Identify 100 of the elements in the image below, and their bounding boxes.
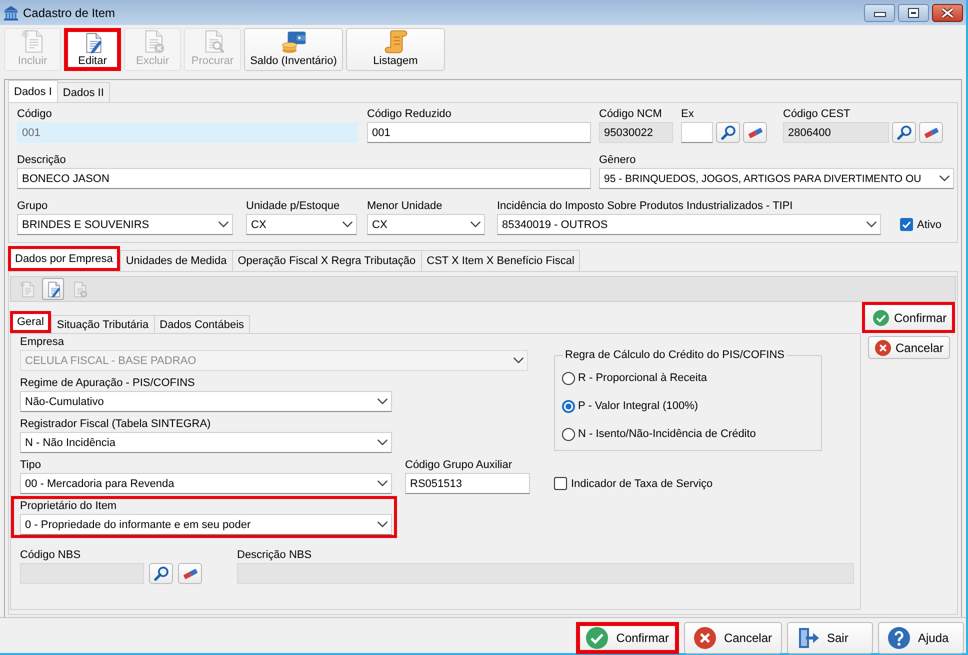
scroll-icon <box>382 29 408 54</box>
radio-button[interactable] <box>562 400 575 412</box>
minimize-button[interactable] <box>864 4 895 22</box>
exit-button[interactable]: Sair <box>787 622 873 654</box>
clear-button[interactable] <box>178 563 202 584</box>
chevron-down-icon <box>866 221 877 228</box>
list-button[interactable]: Listagem <box>346 28 445 71</box>
tab[interactable]: Geral <box>10 311 51 333</box>
checkbox-label: Indicador de Taxa de Serviço <box>571 478 713 490</box>
readonly-field: 2806400 <box>783 122 889 143</box>
eraser-icon <box>182 568 198 580</box>
radio-label: N - Isento/Não-Incidência de Crédito <box>578 428 756 440</box>
chevron-down-icon <box>377 480 388 487</box>
readonly-field: 95030022 <box>599 122 673 143</box>
door-arrow-icon <box>797 627 819 649</box>
field-label: Tipo <box>20 458 41 472</box>
chevron-down-icon <box>377 439 388 446</box>
checkbox[interactable] <box>554 477 567 490</box>
field-label: Código NBS <box>20 548 81 562</box>
radio-button[interactable] <box>562 428 575 440</box>
clear-button[interactable] <box>743 122 767 143</box>
text-field[interactable]: 001 <box>17 122 358 143</box>
tab[interactable]: Dados II <box>56 82 110 102</box>
new-document-icon <box>18 280 36 298</box>
dropdown[interactable]: 0 - Propriedade do informante e em seu poder <box>20 514 392 535</box>
cancel-button[interactable]: Cancelar <box>868 336 950 359</box>
cancel-button[interactable]: Cancelar <box>684 622 782 654</box>
check-circle-icon <box>586 627 608 649</box>
chevron-down-icon <box>939 175 950 182</box>
dropdown[interactable]: 00 - Mercadoria para Revenda <box>20 473 392 494</box>
search-icon <box>154 566 168 581</box>
search-icon <box>720 125 736 140</box>
field-label: Empresa <box>20 335 64 349</box>
balance-button[interactable]: Saldo (Inventário) <box>244 28 343 71</box>
chevron-down-icon <box>377 398 388 405</box>
dropdown[interactable]: 85340019 - OUTROS <box>497 214 881 235</box>
field-label: Código NCM <box>599 107 662 121</box>
text-field[interactable]: BONECO JASON <box>17 168 591 189</box>
dropdown[interactable]: BRINDES E SOUVENIRS <box>17 214 233 235</box>
field-label: Código Reduzido <box>367 107 452 121</box>
field-label: Unidade p/Estoque <box>246 199 340 213</box>
dropdown[interactable]: Não-Cumulativo <box>20 391 392 412</box>
help-button[interactable]: Ajuda <box>878 622 964 654</box>
chevron-down-icon <box>470 221 481 228</box>
search-button[interactable] <box>149 563 173 584</box>
field-label: Descrição <box>17 153 66 167</box>
chevron-down-icon <box>342 221 353 228</box>
tab[interactable]: Unidades de Medida <box>120 250 233 271</box>
x-circle-icon <box>694 627 716 649</box>
tab[interactable]: Dados Contábeis <box>154 315 250 333</box>
field-label: Regime de Apuração - PIS/COFINS <box>20 376 195 390</box>
minimize-icon <box>874 12 886 17</box>
maximize-icon <box>908 8 919 18</box>
search-icon <box>896 125 912 140</box>
chevron-down-icon <box>218 221 229 228</box>
chevron-down-icon <box>377 521 388 528</box>
check-circle-icon <box>873 310 889 326</box>
field-label: Gênero <box>599 153 636 167</box>
help-icon <box>888 627 910 649</box>
confirm-button[interactable]: Confirmar <box>862 302 955 333</box>
maximize-button[interactable] <box>898 4 929 22</box>
text-field[interactable]: 001 <box>367 122 591 143</box>
edit-button[interactable]: Editar <box>64 28 121 71</box>
group-title: Regra de Cálculo do Crédito do PIS/COFINS <box>564 348 786 362</box>
dropdown[interactable]: 95 - BRINQUEDOS, JOGOS, ARTIGOS PARA DIVERTIMENTO OU <box>599 168 954 189</box>
dropdown[interactable]: N - Não Incidência <box>20 432 392 453</box>
tab[interactable]: Situação Tributária <box>50 315 155 333</box>
field-label: Incidência do Imposto Sobre Produtos Industrializados - TIPI <box>497 199 793 213</box>
field-label: Código CEST <box>783 107 850 121</box>
field-label: Proprietário do Item <box>20 499 117 513</box>
eraser-icon <box>748 126 762 138</box>
tab[interactable]: Dados por Empresa <box>8 246 120 271</box>
clear-button[interactable] <box>919 122 943 143</box>
new-document-icon <box>20 29 46 54</box>
chevron-down-icon <box>513 357 524 364</box>
field-label: Descrição NBS <box>237 548 312 562</box>
radio-button[interactable] <box>562 372 575 384</box>
edit-button[interactable] <box>42 278 64 300</box>
field-label: Ex <box>681 107 694 121</box>
dropdown[interactable]: CX <box>246 214 357 235</box>
eraser-icon <box>924 126 938 138</box>
text-field[interactable] <box>681 122 713 143</box>
close-icon <box>940 6 955 18</box>
confirm-button[interactable]: Confirmar <box>576 622 679 654</box>
close-button[interactable] <box>932 4 963 22</box>
radio-label: R - Proporcional à Receita <box>578 372 708 384</box>
tab[interactable]: Dados I <box>8 80 58 102</box>
search-button[interactable] <box>716 122 740 143</box>
field-label: Código Grupo Auxiliar <box>405 458 512 472</box>
checkbox[interactable] <box>900 218 913 231</box>
search-button[interactable] <box>892 122 916 143</box>
dropdown[interactable]: CX <box>367 214 485 235</box>
field-label: Código <box>17 107 52 121</box>
radio-label: P - Valor Integral (100%) <box>578 400 698 412</box>
text-field[interactable]: RS051513 <box>405 473 530 494</box>
building-icon <box>3 4 19 20</box>
field-label: Menor Unidade <box>367 199 442 213</box>
window-title: Cadastro de Item <box>23 6 116 20</box>
field-label: Grupo <box>17 199 48 213</box>
tab[interactable]: CST X Item X Benefício Fiscal <box>420 250 580 271</box>
